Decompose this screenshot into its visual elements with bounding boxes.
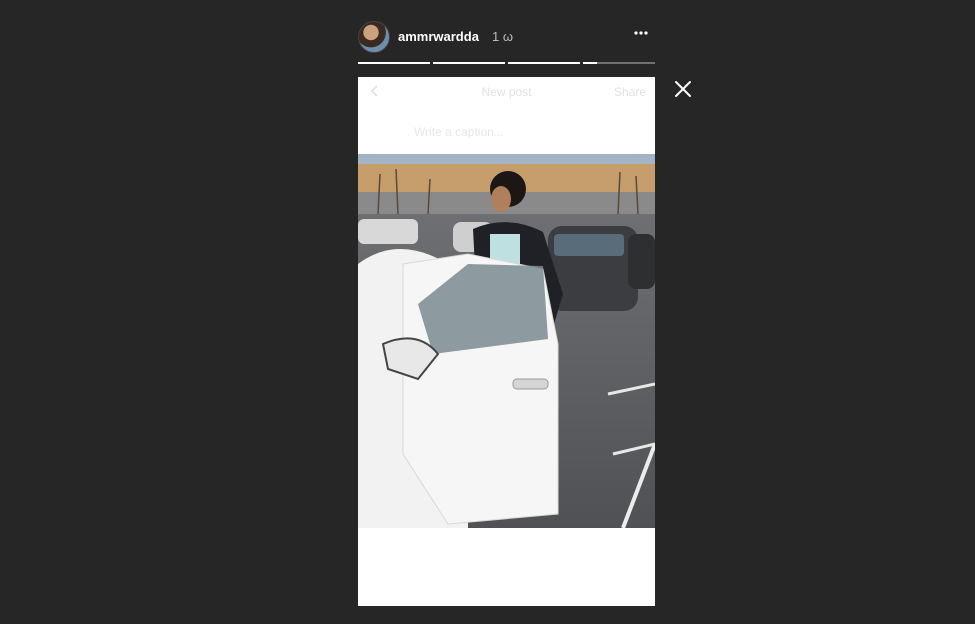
story-progress-segment [508, 62, 580, 64]
post-timestamp: 1 ω [492, 29, 513, 44]
story-header: ammrwardda 1 ω [358, 19, 655, 53]
username-link[interactable]: ammrwardda [398, 29, 479, 44]
screenshot-topbar: New post Share [358, 77, 655, 107]
ellipsis-icon [634, 31, 648, 35]
screenshot-share-label: Share [613, 85, 646, 99]
more-options-button[interactable] [631, 25, 651, 45]
story-progress-fill [583, 62, 598, 64]
story-progress-segment [358, 62, 430, 64]
story-photo [358, 154, 655, 528]
story-progress-segment [583, 62, 655, 64]
screenshot-caption-placeholder: Write a caption... [414, 125, 504, 139]
story-progress-fill [433, 62, 505, 64]
close-icon [675, 81, 691, 97]
story-progress-fill [358, 62, 430, 64]
screenshot-title: New post [481, 85, 532, 99]
story-media[interactable]: New post Share Write a caption... [358, 77, 655, 606]
photo-white-car [358, 249, 559, 528]
story-progress-fill [508, 62, 580, 64]
avatar[interactable] [358, 21, 390, 53]
story-progress-segment [433, 62, 505, 64]
story-progress-bar [358, 62, 655, 65]
close-button[interactable] [672, 78, 694, 100]
